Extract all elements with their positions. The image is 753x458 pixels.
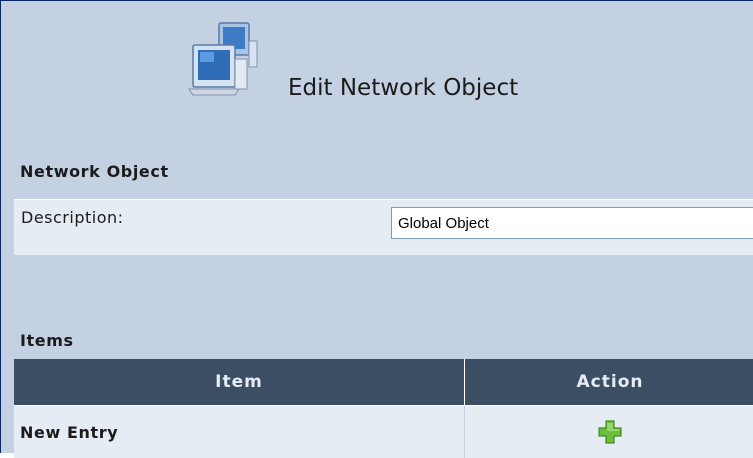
action-cell — [465, 406, 753, 458]
table-row: New Entry — [14, 406, 753, 458]
network-computers-icon — [179, 19, 275, 99]
item-cell: New Entry — [14, 406, 465, 458]
add-icon[interactable] — [597, 419, 623, 445]
description-row: Description: — [14, 199, 753, 255]
column-header-item: Item — [14, 359, 465, 406]
items-section-title: Items — [20, 331, 74, 350]
description-input[interactable] — [391, 207, 753, 239]
network-object-section-title: Network Object — [20, 162, 169, 181]
description-label: Description: — [21, 208, 124, 227]
items-table-header: Item Action — [14, 359, 753, 406]
new-entry-label: New Entry — [14, 423, 118, 442]
page-header: Edit Network Object — [1, 19, 753, 99]
column-header-action: Action — [465, 359, 753, 406]
items-table: Item Action New Entry — [14, 359, 753, 458]
page-title: Edit Network Object — [288, 72, 518, 104]
edit-network-object-panel: Edit Network Object Network Object Descr… — [0, 0, 753, 453]
